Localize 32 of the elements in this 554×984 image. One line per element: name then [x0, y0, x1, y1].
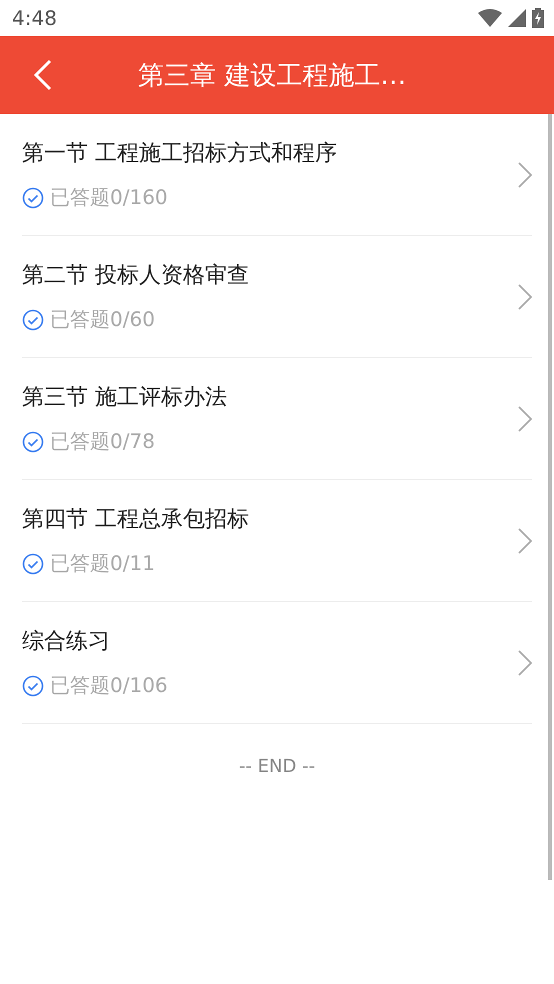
chevron-right-icon	[518, 162, 532, 188]
back-icon	[34, 59, 52, 91]
answered-count: 已答题0/11	[50, 550, 155, 577]
chevron-right-icon	[518, 650, 532, 676]
wifi-icon	[478, 9, 502, 27]
check-circle-icon	[22, 186, 44, 208]
answered-count: 已答题0/160	[50, 184, 168, 211]
end-label: -- END --	[238, 756, 316, 777]
section-title: 第一节 工程施工招标方式和程序	[22, 140, 337, 168]
signal-icon	[508, 9, 526, 27]
section-item[interactable]: 综合练习 已答题0/106	[22, 602, 532, 724]
check-circle-icon	[22, 552, 44, 574]
answered-count: 已答题0/78	[50, 428, 155, 455]
section-item[interactable]: 第三节 施工评标办法 已答题0/78	[22, 358, 532, 480]
section-item[interactable]: 第四节 工程总承包招标 已答题0/11	[22, 480, 532, 602]
chevron-right-icon	[518, 284, 532, 310]
battery-icon	[532, 8, 544, 28]
section-item[interactable]: 第二节 投标人资格审查 已答题0/60	[22, 236, 532, 358]
check-circle-icon	[22, 308, 44, 330]
check-circle-icon	[22, 430, 44, 452]
section-title: 综合练习	[22, 628, 111, 656]
header-title: 第三章 建设工程施工…	[138, 60, 406, 92]
chevron-right-icon	[518, 528, 532, 554]
check-circle-icon	[22, 674, 44, 696]
answered-count: 已答题0/106	[50, 672, 168, 699]
section-title: 第二节 投标人资格审查	[22, 262, 249, 290]
section-title: 第三节 施工评标办法	[22, 384, 227, 412]
section-item[interactable]: 第一节 工程施工招标方式和程序 已答题0/160	[22, 114, 532, 236]
status-time: 4:48	[12, 6, 57, 30]
chevron-right-icon	[518, 406, 532, 432]
section-title: 第四节 工程总承包招标	[22, 506, 249, 534]
answered-count: 已答题0/60	[50, 306, 155, 333]
